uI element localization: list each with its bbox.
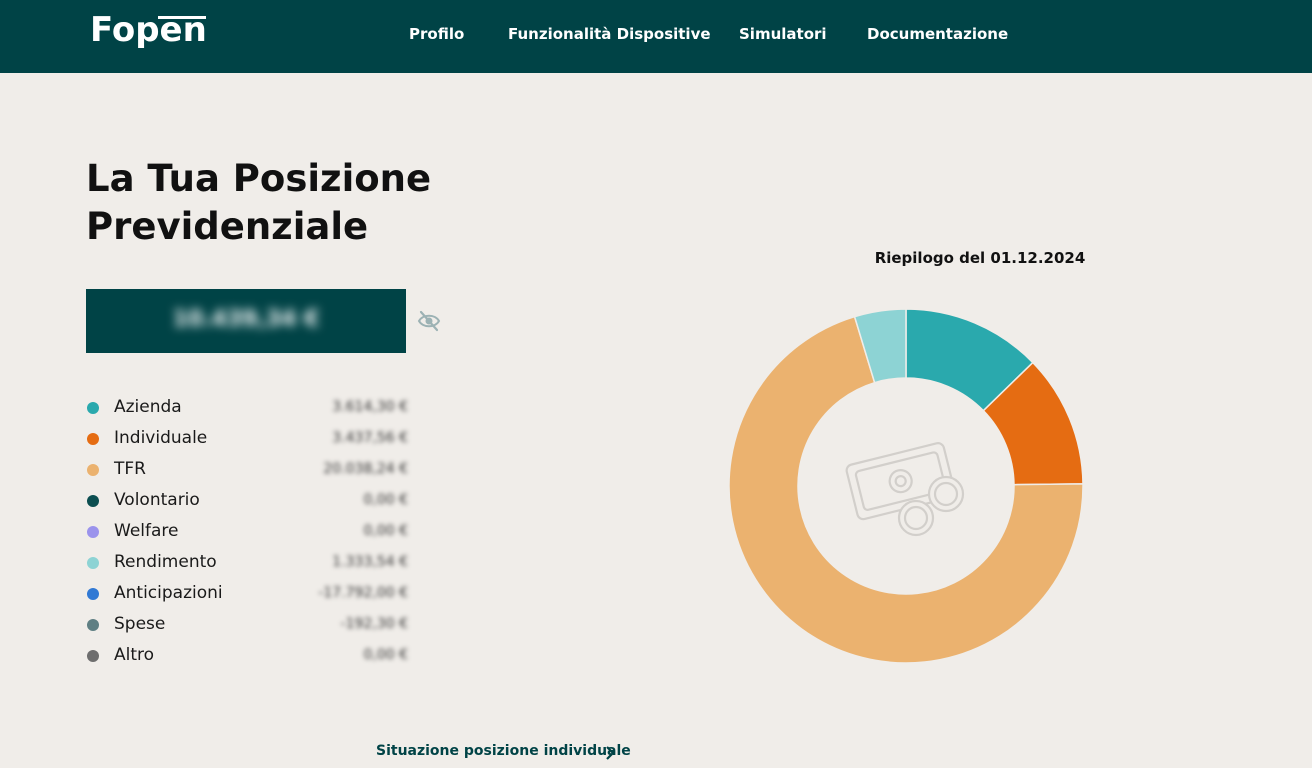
legend-row-altro: Altro 0,00 € <box>86 644 408 675</box>
legend-row-tfr: TFR 20.038,24 € <box>86 458 408 489</box>
legend-dot <box>87 588 99 600</box>
nav-item-profilo[interactable]: Profilo <box>409 25 464 43</box>
legend-dot <box>87 464 99 476</box>
legend-label: Individuale <box>114 428 208 448</box>
legend-row-welfare: Welfare 0,00 € <box>86 520 408 551</box>
chart-title: Riepilogo del 01.12.2024 <box>874 249 1086 267</box>
legend-label: Rendimento <box>114 552 217 572</box>
total-balance-value: 10.439,34 € <box>172 307 320 332</box>
legend-label: Anticipazioni <box>114 583 223 603</box>
legend-dot <box>87 495 99 507</box>
money-icon <box>845 442 965 537</box>
legend-label: Spese <box>114 614 166 634</box>
legend-row-individuale: Individuale 3.437,56 € <box>86 427 408 458</box>
position-donut-chart <box>728 308 1084 664</box>
legend-row-volontario: Volontario 0,00 € <box>86 489 408 520</box>
legend-dot <box>87 526 99 538</box>
legend-row-spese: Spese -192,30 € <box>86 613 408 644</box>
legend-label: Altro <box>114 645 155 665</box>
nav-item-funzionalita-dispositive[interactable]: Funzionalità Dispositive <box>508 25 711 43</box>
legend-dot <box>87 557 99 569</box>
legend-label: Azienda <box>114 397 182 417</box>
nav-item-simulatori[interactable]: Simulatori <box>739 25 827 43</box>
legend-value: 0,00 € <box>363 523 408 539</box>
legend-value: 3.614,30 € <box>332 399 408 415</box>
nav-item-documentazione[interactable]: Documentazione <box>867 25 1008 43</box>
legend-row-rendimento: Rendimento 1.333,54 € <box>86 551 408 582</box>
legend-label: TFR <box>114 459 146 479</box>
legend-value: -192,30 € <box>340 616 408 632</box>
legend-value: 20.038,24 € <box>323 461 408 477</box>
legend-dot <box>87 619 99 631</box>
legend-label: Volontario <box>114 490 200 510</box>
legend-dot <box>87 433 99 445</box>
legend-value: 0,00 € <box>363 647 408 663</box>
page-title: La Tua Posizione Previdenziale <box>86 157 432 248</box>
legend-value: 1.333,54 € <box>332 554 408 570</box>
legend-label: Welfare <box>114 521 179 541</box>
chevron-right-icon[interactable] <box>604 745 616 761</box>
eye-slash-icon[interactable] <box>416 308 442 334</box>
legend-row-anticipazioni: Anticipazioni -17.792,00 € <box>86 582 408 613</box>
legend-value: -17.792,00 € <box>318 585 408 601</box>
logo-accent-bar <box>158 16 206 19</box>
top-nav-bar: Fopen Profilo Funzionalità Dispositive S… <box>0 0 1312 73</box>
legend-dot <box>87 650 99 662</box>
situazione-posizione-link[interactable]: Situazione posizione individuale <box>376 743 631 759</box>
position-legend: Azienda 3.614,30 € Individuale 3.437,56 … <box>86 396 408 675</box>
legend-row-azienda: Azienda 3.614,30 € <box>86 396 408 427</box>
legend-value: 3.437,56 € <box>332 430 408 446</box>
total-balance-box: 10.439,34 € <box>86 289 406 353</box>
legend-value: 0,00 € <box>363 492 408 508</box>
legend-dot <box>87 402 99 414</box>
